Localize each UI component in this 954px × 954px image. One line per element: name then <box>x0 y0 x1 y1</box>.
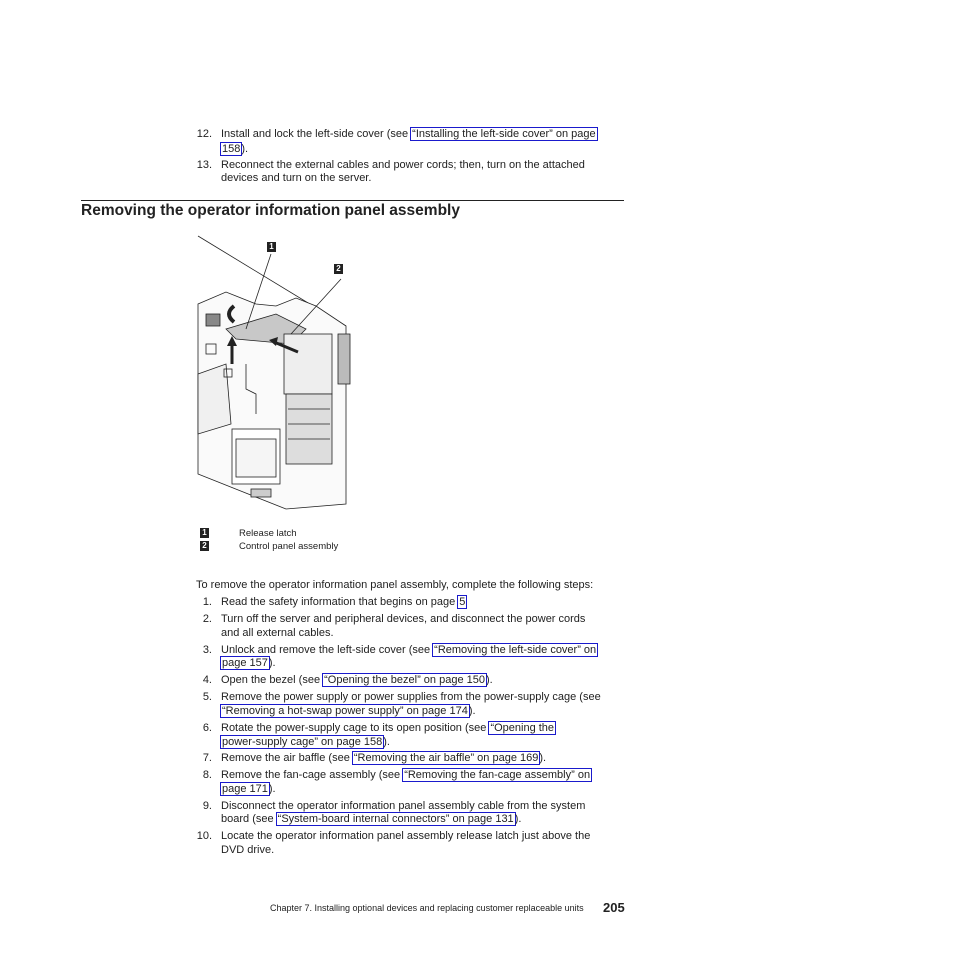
server-illustration <box>197 235 351 510</box>
legend-badge-2: 2 <box>200 541 209 551</box>
step-text-part: ). <box>514 813 522 825</box>
step-text-part: ). <box>485 674 493 686</box>
step-text: page 157). <box>220 656 276 671</box>
link-removing-hot-swap-power-supply[interactable]: “Removing a hot-swap power supply” on pa… <box>220 704 470 718</box>
link-removing-fan-cage-assembly[interactable]: “Removing the fan-cage assembly” on <box>402 768 593 782</box>
step-text-part: ). <box>468 705 476 717</box>
step-text-part: Open the bezel (see <box>221 674 324 686</box>
step-number: 12. <box>196 128 212 140</box>
step-text: and all external cables. <box>221 627 334 639</box>
step-number: 7. <box>202 752 212 764</box>
callout-2-badge: 2 <box>334 264 343 274</box>
link-page-5[interactable]: 5 <box>457 595 468 609</box>
step-text-part: board (see <box>221 813 277 825</box>
intro-text: To remove the operator information panel… <box>196 579 594 591</box>
step-number: 2. <box>202 613 212 625</box>
step-text: Locate the operator information panel as… <box>221 830 591 842</box>
step-text-part: ). <box>268 783 276 795</box>
step-text-part: Remove the fan-cage assembly (see <box>221 769 404 781</box>
link-page-158[interactable]: 158 <box>220 142 243 156</box>
step-text: page 171). <box>220 782 276 797</box>
step-text: Remove the air baffle (see “Removing the… <box>221 751 546 766</box>
footer-chapter: Chapter 7. Installing optional devices a… <box>270 903 584 913</box>
step-number: 8. <box>202 769 212 781</box>
link-page-157[interactable]: page 157 <box>220 656 270 670</box>
step-number: 4. <box>202 674 212 686</box>
step-text-part: Remove the air baffle (see <box>221 752 353 764</box>
step-text-part: Rotate the power-supply cage to its open… <box>221 722 490 734</box>
step-number: 1. <box>202 596 212 608</box>
link-opening-power-supply-cage-cont[interactable]: power-supply cage” on page 158 <box>220 735 385 749</box>
step-text: Remove the power supply or power supplie… <box>221 691 601 703</box>
step-text-part: Read the safety information that begins … <box>221 596 459 608</box>
section-title: Removing the operator information panel … <box>81 202 460 219</box>
step-text: Install and lock the left-side cover (se… <box>221 127 598 142</box>
link-system-board-connectors[interactable]: “System-board internal connectors” on pa… <box>275 812 516 826</box>
step-text: Remove the fan-cage assembly (see “Remov… <box>221 768 593 783</box>
step-text: Unlock and remove the left-side cover (s… <box>221 643 599 658</box>
step-text-part: Unlock and remove the left-side cover (s… <box>221 644 434 656</box>
step-text: Rotate the power-supply cage to its open… <box>221 721 557 736</box>
step-text: “Removing a hot-swap power supply” on pa… <box>220 704 476 719</box>
page-number: 205 <box>603 900 625 915</box>
step-text: power-supply cage” on page 158). <box>220 735 390 750</box>
step-number: 13. <box>196 159 212 171</box>
step-number: 3. <box>202 644 212 656</box>
step-text: Open the bezel (see “Opening the bezel” … <box>221 673 493 688</box>
link-opening-bezel[interactable]: “Opening the bezel” on page 150 <box>322 673 487 687</box>
step-number: 5. <box>202 691 212 703</box>
step-text: Read the safety information that begins … <box>221 595 468 610</box>
legend-badge-1: 1 <box>200 528 209 538</box>
link-removing-left-side-cover[interactable]: “Removing the left-side cover” on <box>432 643 599 657</box>
step-text-part: ). <box>241 143 249 155</box>
link-removing-air-baffle[interactable]: “Removing the air baffle” on page 169 <box>351 751 541 765</box>
step-text: board (see “System-board internal connec… <box>221 812 521 827</box>
step-text: Turn off the server and peripheral devic… <box>221 613 586 625</box>
link-opening-power-supply-cage[interactable]: “Opening the <box>488 721 557 735</box>
step-text: DVD drive. <box>221 844 275 856</box>
legend-label-control-panel: Control panel assembly <box>239 541 339 552</box>
step-text: 158). <box>220 142 249 157</box>
link-page-171[interactable]: page 171 <box>220 782 270 796</box>
link-installing-left-side-cover[interactable]: “Installing the left-side cover” on page <box>410 127 598 141</box>
step-number: 6. <box>202 722 212 734</box>
callout-1-badge: 1 <box>267 242 276 252</box>
step-text: devices and turn on the server. <box>221 172 372 184</box>
step-number: 10. <box>196 830 212 842</box>
section-divider <box>81 200 624 201</box>
step-text-part: ). <box>268 657 276 669</box>
step-text-part: ). <box>539 752 547 764</box>
step-text-part: Install and lock the left-side cover (se… <box>221 128 412 140</box>
step-text-part: ). <box>383 736 390 748</box>
step-number: 9. <box>202 800 212 812</box>
